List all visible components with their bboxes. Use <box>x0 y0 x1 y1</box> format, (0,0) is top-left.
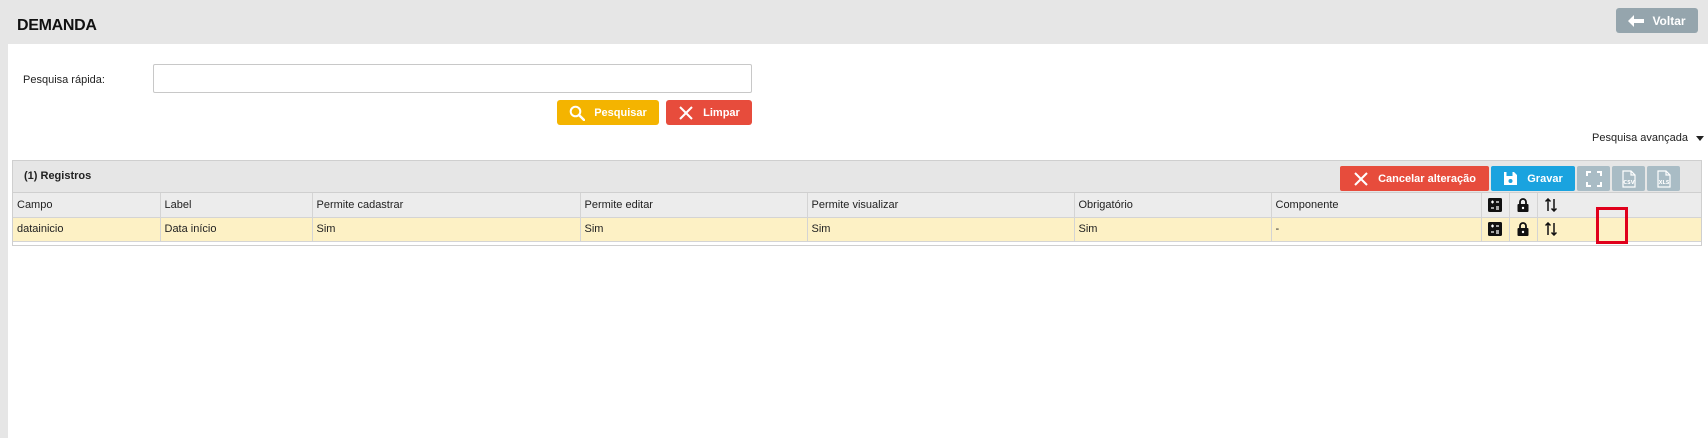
page-header: DEMANDA Voltar <box>0 0 1708 44</box>
close-icon <box>679 105 693 120</box>
export-xls-button[interactable]: XLS <box>1647 166 1680 191</box>
column-header-lock[interactable] <box>1509 193 1538 218</box>
calculator-icon <box>1488 197 1502 212</box>
sort-arrows-icon <box>1544 222 1557 236</box>
cell-componente[interactable]: - <box>1271 217 1482 242</box>
clear-button-label: Limpar <box>703 106 740 119</box>
lock-icon <box>1517 222 1529 236</box>
table-header-row: Campo Label Permite cadastrar Permite ed… <box>13 193 1701 218</box>
main-content: Pesquisa rápida: Pesquisar Limpar Pesqui… <box>8 44 1708 438</box>
column-header-label[interactable]: Label <box>160 193 313 218</box>
csv-file-icon: CSV <box>1621 169 1636 188</box>
search-button[interactable]: Pesquisar <box>557 100 659 125</box>
cancel-changes-label: Cancelar alteração <box>1378 172 1476 185</box>
quick-search-input[interactable] <box>153 64 752 93</box>
lock-icon <box>1517 197 1529 212</box>
column-header-calculator[interactable] <box>1481 193 1510 218</box>
records-count: (1) Registros <box>24 170 92 182</box>
cell-permite-visualizar[interactable]: Sim <box>807 217 1075 242</box>
quick-search-label: Pesquisa rápida: <box>23 74 105 86</box>
table-row[interactable]: datainicio Data início Sim Sim Sim Sim - <box>13 217 1701 242</box>
column-header-campo[interactable]: Campo <box>13 193 161 218</box>
caret-down-icon <box>1696 135 1705 141</box>
save-button[interactable]: Gravar <box>1491 166 1575 191</box>
advanced-search-label: Pesquisa avançada <box>1592 132 1689 144</box>
cell-permite-editar[interactable]: Sim <box>580 217 808 242</box>
back-button[interactable]: Voltar <box>1616 8 1698 33</box>
cell-obrigatorio[interactable]: Sim <box>1074 217 1272 242</box>
svg-text:CSV: CSV <box>1623 180 1634 186</box>
cell-permite-cadastrar[interactable]: Sim <box>312 217 581 242</box>
column-header-permite-cadastrar[interactable]: Permite cadastrar <box>312 193 581 218</box>
xls-file-icon: XLS <box>1656 169 1671 188</box>
search-button-label: Pesquisar <box>594 106 647 119</box>
fullscreen-button[interactable] <box>1577 166 1610 191</box>
export-csv-button[interactable]: CSV <box>1612 166 1645 191</box>
search-icon <box>569 105 586 121</box>
fullscreen-icon <box>1585 170 1602 187</box>
column-header-permite-editar[interactable]: Permite editar <box>580 193 808 218</box>
column-header-sort[interactable] <box>1537 193 1701 218</box>
close-icon <box>1354 171 1368 186</box>
grid-toolbar: (1) Registros Cancelar alteração Gravar … <box>13 161 1701 193</box>
cancel-changes-button[interactable]: Cancelar alteração <box>1340 166 1489 191</box>
back-button-label: Voltar <box>1652 13 1686 28</box>
column-header-permite-visualizar[interactable]: Permite visualizar <box>807 193 1075 218</box>
page-title: DEMANDA <box>17 17 97 34</box>
column-header-obrigatorio[interactable]: Obrigatório <box>1074 193 1272 218</box>
column-header-componente[interactable]: Componente <box>1271 193 1482 218</box>
row-calculator-button[interactable] <box>1481 217 1510 242</box>
cell-label[interactable]: Data início <box>160 217 313 242</box>
floppy-disk-icon <box>1504 172 1518 185</box>
records-table: Campo Label Permite cadastrar Permite ed… <box>13 193 1701 242</box>
advanced-search-toggle[interactable]: Pesquisa avançada <box>1592 132 1705 144</box>
row-lock-button[interactable] <box>1509 217 1538 242</box>
svg-text:XLS: XLS <box>1658 180 1669 186</box>
save-button-label: Gravar <box>1527 172 1563 185</box>
row-sort-handle[interactable] <box>1537 217 1701 242</box>
sort-arrows-icon <box>1544 197 1557 212</box>
arrow-left-icon <box>1628 14 1645 27</box>
records-grid: (1) Registros Cancelar alteração Gravar … <box>12 160 1702 246</box>
clear-button[interactable]: Limpar <box>666 100 752 125</box>
calculator-icon <box>1488 222 1502 236</box>
cell-campo[interactable]: datainicio <box>13 217 161 242</box>
